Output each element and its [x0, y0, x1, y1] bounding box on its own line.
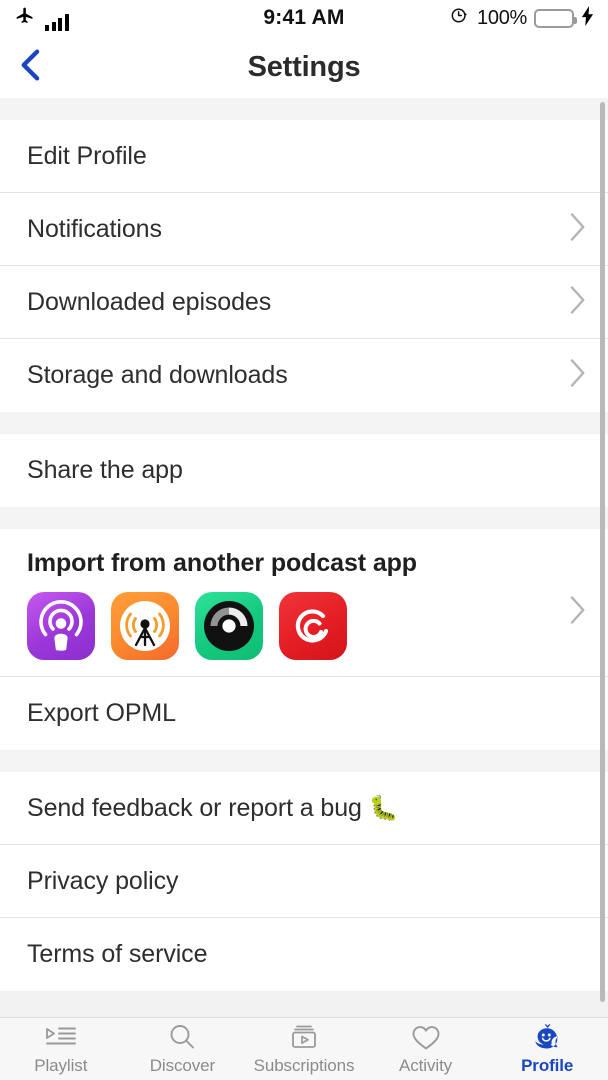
tab-label: Activity	[399, 1056, 453, 1075]
apple-podcasts-icon[interactable]	[27, 592, 95, 660]
status-time: 9:41 AM	[263, 6, 345, 29]
section-gap	[0, 507, 608, 529]
row-share-the-app[interactable]: Share the app	[0, 434, 608, 507]
row-downloaded-episodes[interactable]: Downloaded episodes	[0, 266, 608, 339]
row-label: Edit Profile	[27, 141, 147, 170]
tab-bar: Playlist Discover Subscriptions Activity…	[0, 1017, 608, 1080]
nav-bar: Settings	[0, 36, 608, 98]
back-button[interactable]	[8, 44, 54, 90]
row-edit-profile[interactable]: Edit Profile	[0, 120, 608, 193]
page-title: Settings	[247, 50, 361, 83]
airplane-mode-icon	[14, 6, 36, 31]
bug-emoji-icon: 🐛	[368, 794, 399, 822]
battery-full-icon	[534, 8, 577, 28]
section-support: Send feedback or report a bug 🐛 Privacy …	[0, 772, 608, 991]
chevron-right-icon	[568, 212, 586, 247]
import-content: Import from another podcast app	[27, 549, 568, 660]
tab-discover[interactable]: Discover	[122, 1022, 244, 1076]
tab-profile[interactable]: Profile	[486, 1022, 608, 1076]
section-account: Edit Profile Notifications Downloaded ep…	[0, 120, 608, 412]
subscriptions-box-icon	[288, 1022, 320, 1052]
section-gap	[0, 750, 608, 772]
section-gap	[0, 98, 608, 120]
status-bar: 9:41 AM 100%	[0, 0, 608, 36]
row-label: Privacy policy	[27, 866, 179, 895]
row-label: Send feedback or report a bug 🐛	[27, 793, 399, 822]
battery-percent: 100%	[477, 6, 527, 29]
charging-bolt-icon	[581, 5, 594, 31]
rotation-lock-icon	[449, 5, 470, 31]
row-label: Terms of service	[27, 940, 208, 968]
vertical-scrollbar[interactable]	[600, 102, 605, 1002]
section-import-export: Import from another podcast app Export O…	[0, 529, 608, 750]
tab-activity[interactable]: Activity	[365, 1022, 487, 1076]
tab-label: Playlist	[34, 1056, 88, 1075]
playlist-icon	[44, 1022, 78, 1052]
search-icon	[167, 1022, 197, 1052]
status-left	[14, 6, 263, 31]
section-share: Share the app	[0, 434, 608, 507]
row-export-opml[interactable]: Export OPML	[0, 677, 608, 750]
pocket-casts-icon[interactable]	[195, 592, 263, 660]
row-notifications[interactable]: Notifications	[0, 193, 608, 266]
tab-label: Discover	[149, 1056, 216, 1075]
whale-profile-icon	[528, 1022, 566, 1052]
row-terms-of-service[interactable]: Terms of service	[0, 918, 608, 991]
chevron-right-icon	[568, 358, 586, 393]
chevron-right-icon	[568, 285, 586, 320]
back-chevron-icon	[16, 48, 46, 87]
tab-label: Profile	[521, 1056, 574, 1075]
tab-playlist[interactable]: Playlist	[0, 1022, 122, 1076]
signal-bars-icon	[45, 13, 69, 31]
row-label: Share the app	[27, 456, 183, 484]
tab-label: Subscriptions	[253, 1056, 355, 1075]
podcast-app-icon-list	[27, 592, 568, 660]
section-gap	[0, 412, 608, 434]
row-import-from-another-podcast-app[interactable]: Import from another podcast app	[0, 529, 608, 677]
app-screen: 9:41 AM 100% Settings Edit Profile Notif…	[0, 0, 608, 1080]
row-label: Notifications	[27, 214, 162, 243]
row-send-feedback[interactable]: Send feedback or report a bug 🐛	[0, 772, 608, 845]
row-label: Downloaded episodes	[27, 287, 272, 316]
tab-subscriptions[interactable]: Subscriptions	[243, 1022, 365, 1076]
row-label: Export OPML	[27, 699, 176, 727]
row-label: Storage and downloads	[27, 361, 288, 389]
status-right: 100%	[345, 5, 594, 31]
heart-icon	[410, 1022, 442, 1052]
settings-list[interactable]: Edit Profile Notifications Downloaded ep…	[0, 98, 608, 1017]
import-title: Import from another podcast app	[27, 549, 417, 577]
chevron-right-icon	[568, 549, 586, 630]
overcast-icon[interactable]	[111, 592, 179, 660]
row-storage-and-downloads[interactable]: Storage and downloads	[0, 339, 608, 412]
row-privacy-policy[interactable]: Privacy policy	[0, 845, 608, 918]
castro-icon[interactable]	[279, 592, 347, 660]
